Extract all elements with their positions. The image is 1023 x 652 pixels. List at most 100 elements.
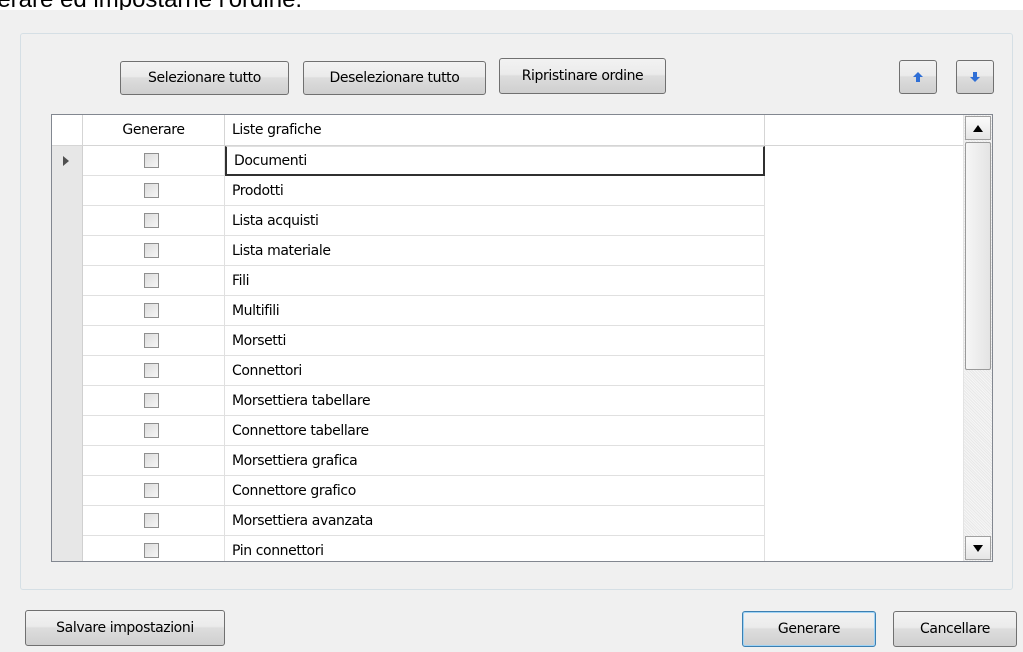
move-up-button[interactable] bbox=[899, 60, 937, 94]
list-name-cell[interactable]: Morsettiera tabellare bbox=[225, 386, 765, 416]
generate-checkbox[interactable] bbox=[144, 363, 159, 378]
column-header-generate[interactable]: Generare bbox=[83, 115, 225, 145]
row-header-cell[interactable] bbox=[52, 176, 83, 206]
list-name-cell[interactable]: Connettori bbox=[225, 356, 765, 386]
generate-cell bbox=[83, 146, 225, 176]
table-row[interactable]: Lista materiale bbox=[52, 236, 964, 266]
generate-checkbox[interactable] bbox=[144, 423, 159, 438]
cancel-button[interactable]: Cancellare bbox=[893, 611, 1017, 647]
list-name-cell[interactable]: Morsettiera avanzata bbox=[225, 506, 765, 536]
table-row[interactable]: Connettore tabellare bbox=[52, 416, 964, 446]
table-row[interactable]: Connettore grafico bbox=[52, 476, 964, 506]
vertical-scrollbar[interactable] bbox=[963, 115, 992, 561]
row-header-cell[interactable] bbox=[52, 386, 83, 416]
empty-cell bbox=[765, 176, 964, 206]
row-header-cell[interactable] bbox=[52, 356, 83, 386]
scroll-down-button[interactable] bbox=[965, 536, 991, 560]
generate-checkbox[interactable] bbox=[144, 453, 159, 468]
list-name-cell[interactable]: Lista acquisti bbox=[225, 206, 765, 236]
table-row[interactable]: Documenti bbox=[52, 146, 964, 176]
generate-checkbox[interactable] bbox=[144, 303, 159, 318]
generate-checkbox[interactable] bbox=[144, 393, 159, 408]
empty-cell bbox=[765, 356, 964, 386]
table-row[interactable]: Prodotti bbox=[52, 176, 964, 206]
table-row[interactable]: Pin connettori bbox=[52, 536, 964, 561]
table-row[interactable]: Lista acquisti bbox=[52, 206, 964, 236]
row-header-cell[interactable] bbox=[52, 416, 83, 446]
list-name-cell[interactable]: Connettore tabellare bbox=[225, 416, 765, 446]
row-header-cell[interactable] bbox=[52, 446, 83, 476]
generate-cell bbox=[83, 236, 225, 266]
generate-cell bbox=[83, 266, 225, 296]
generate-cell bbox=[83, 506, 225, 536]
column-header-empty bbox=[765, 115, 964, 145]
table-row[interactable]: Morsetti bbox=[52, 326, 964, 356]
generate-cell bbox=[83, 476, 225, 506]
list-name-cell[interactable]: Fili bbox=[225, 266, 765, 296]
empty-cell bbox=[765, 236, 964, 266]
empty-cell bbox=[765, 296, 964, 326]
table-row[interactable]: Multifili bbox=[52, 296, 964, 326]
list-name-cell[interactable]: Morsetti bbox=[225, 326, 765, 356]
generate-cell bbox=[83, 536, 225, 561]
table-row[interactable]: Morsettiera avanzata bbox=[52, 506, 964, 536]
scrollbar-thumb[interactable] bbox=[965, 142, 991, 370]
grid-header: Generare Liste grafiche bbox=[52, 115, 964, 146]
empty-cell bbox=[765, 146, 964, 176]
generate-checkbox[interactable] bbox=[144, 153, 159, 168]
arrow-up-icon bbox=[913, 72, 923, 82]
list-name-cell[interactable]: Documenti bbox=[225, 146, 765, 176]
row-header-cell[interactable] bbox=[52, 266, 83, 296]
arrow-down-icon bbox=[970, 72, 980, 82]
save-settings-button[interactable]: Salvare impostazioni bbox=[25, 610, 225, 646]
restore-order-button[interactable]: Ripristinare ordine bbox=[499, 58, 666, 94]
row-header-cell[interactable] bbox=[52, 476, 83, 506]
table-row[interactable]: Morsettiera grafica bbox=[52, 446, 964, 476]
empty-cell bbox=[765, 506, 964, 536]
column-header-graphic-lists[interactable]: Liste grafiche bbox=[225, 115, 765, 145]
empty-cell bbox=[765, 476, 964, 506]
generate-checkbox[interactable] bbox=[144, 213, 159, 228]
row-header-cell[interactable] bbox=[52, 536, 83, 561]
generate-cell bbox=[83, 356, 225, 386]
generate-checkbox[interactable] bbox=[144, 333, 159, 348]
generate-cell bbox=[83, 446, 225, 476]
current-row-pointer-icon bbox=[63, 156, 69, 166]
graphic-lists-grid[interactable]: Generare Liste grafiche Documenti Prodott… bbox=[51, 114, 993, 562]
scroll-up-button[interactable] bbox=[965, 116, 991, 140]
grid-rows: Documenti Prodotti Lista acquisti Lista mat… bbox=[52, 146, 964, 561]
corner-header-cell bbox=[52, 115, 83, 145]
generate-checkbox[interactable] bbox=[144, 513, 159, 528]
row-header-cell[interactable] bbox=[52, 236, 83, 266]
list-name-cell[interactable]: Connettore grafico bbox=[225, 476, 765, 506]
generate-checkbox[interactable] bbox=[144, 543, 159, 558]
generate-button[interactable]: Generare bbox=[742, 611, 876, 647]
generate-checkbox[interactable] bbox=[144, 273, 159, 288]
empty-cell bbox=[765, 416, 964, 446]
generate-checkbox[interactable] bbox=[144, 483, 159, 498]
list-name-cell[interactable]: Morsettiera grafica bbox=[225, 446, 765, 476]
list-name-cell[interactable]: Lista materiale bbox=[225, 236, 765, 266]
empty-cell bbox=[765, 446, 964, 476]
row-header-cell[interactable] bbox=[52, 326, 83, 356]
table-row[interactable]: Connettori bbox=[52, 356, 964, 386]
empty-cell bbox=[765, 266, 964, 296]
deselect-all-button[interactable]: Deselezionare tutto bbox=[303, 61, 486, 95]
list-name-cell[interactable]: Pin connettori bbox=[225, 536, 765, 561]
empty-cell bbox=[765, 386, 964, 416]
table-row[interactable]: Fili bbox=[52, 266, 964, 296]
list-name-cell[interactable]: Multifili bbox=[225, 296, 765, 326]
generate-cell bbox=[83, 176, 225, 206]
generate-checkbox[interactable] bbox=[144, 243, 159, 258]
list-name-cell[interactable]: Prodotti bbox=[225, 176, 765, 206]
move-down-button[interactable] bbox=[956, 60, 994, 94]
row-header-cell[interactable] bbox=[52, 506, 83, 536]
row-header-cell[interactable] bbox=[52, 296, 83, 326]
empty-cell bbox=[765, 536, 964, 561]
row-header-cell[interactable] bbox=[52, 206, 83, 236]
row-header-cell[interactable] bbox=[52, 146, 83, 176]
generate-checkbox[interactable] bbox=[144, 183, 159, 198]
table-row[interactable]: Morsettiera tabellare bbox=[52, 386, 964, 416]
select-all-button[interactable]: Selezionare tutto bbox=[120, 61, 289, 95]
triangle-down-icon bbox=[973, 544, 983, 552]
